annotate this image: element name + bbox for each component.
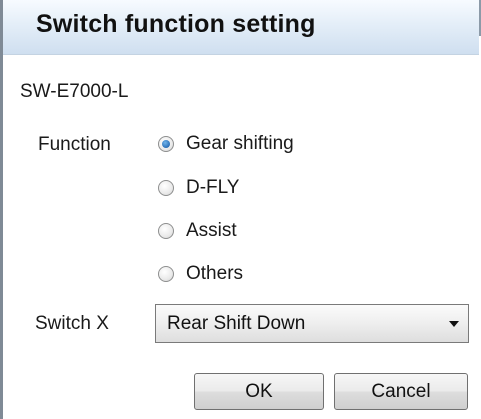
device-name: SW-E7000-L xyxy=(20,81,129,102)
ok-button[interactable]: OK xyxy=(194,373,324,410)
switch-function-dialog: Switch function setting SW-E7000-L Funct… xyxy=(0,0,481,419)
chevron-down-icon[interactable] xyxy=(449,320,459,327)
dialog-title: Switch function setting xyxy=(36,10,316,38)
radio-label-d-fly: D-FLY xyxy=(186,177,240,198)
cancel-button[interactable]: Cancel xyxy=(334,373,468,410)
radio-gear-shifting[interactable]: Gear shifting xyxy=(158,132,294,156)
radio-assist[interactable]: Assist xyxy=(158,219,237,243)
switch-x-value: Rear Shift Down xyxy=(167,312,306,334)
radio-d-fly[interactable]: D-FLY xyxy=(158,176,239,200)
radio-label-others: Others xyxy=(186,263,244,284)
radio-others[interactable]: Others xyxy=(158,262,243,286)
radio-unselected-icon[interactable] xyxy=(158,266,174,282)
window-frame-left xyxy=(0,0,3,419)
radio-label-assist: Assist xyxy=(186,220,237,241)
title-bar[interactable]: Switch function setting xyxy=(3,0,479,55)
radio-label-gear-shifting: Gear shifting xyxy=(186,133,294,154)
switch-x-dropdown[interactable]: Rear Shift Down xyxy=(155,304,469,343)
switch-x-label: Switch X xyxy=(35,313,109,334)
radio-unselected-icon[interactable] xyxy=(158,223,174,239)
radio-unselected-icon[interactable] xyxy=(158,180,174,196)
function-label: Function xyxy=(38,134,111,155)
radio-selected-icon[interactable] xyxy=(158,136,174,152)
